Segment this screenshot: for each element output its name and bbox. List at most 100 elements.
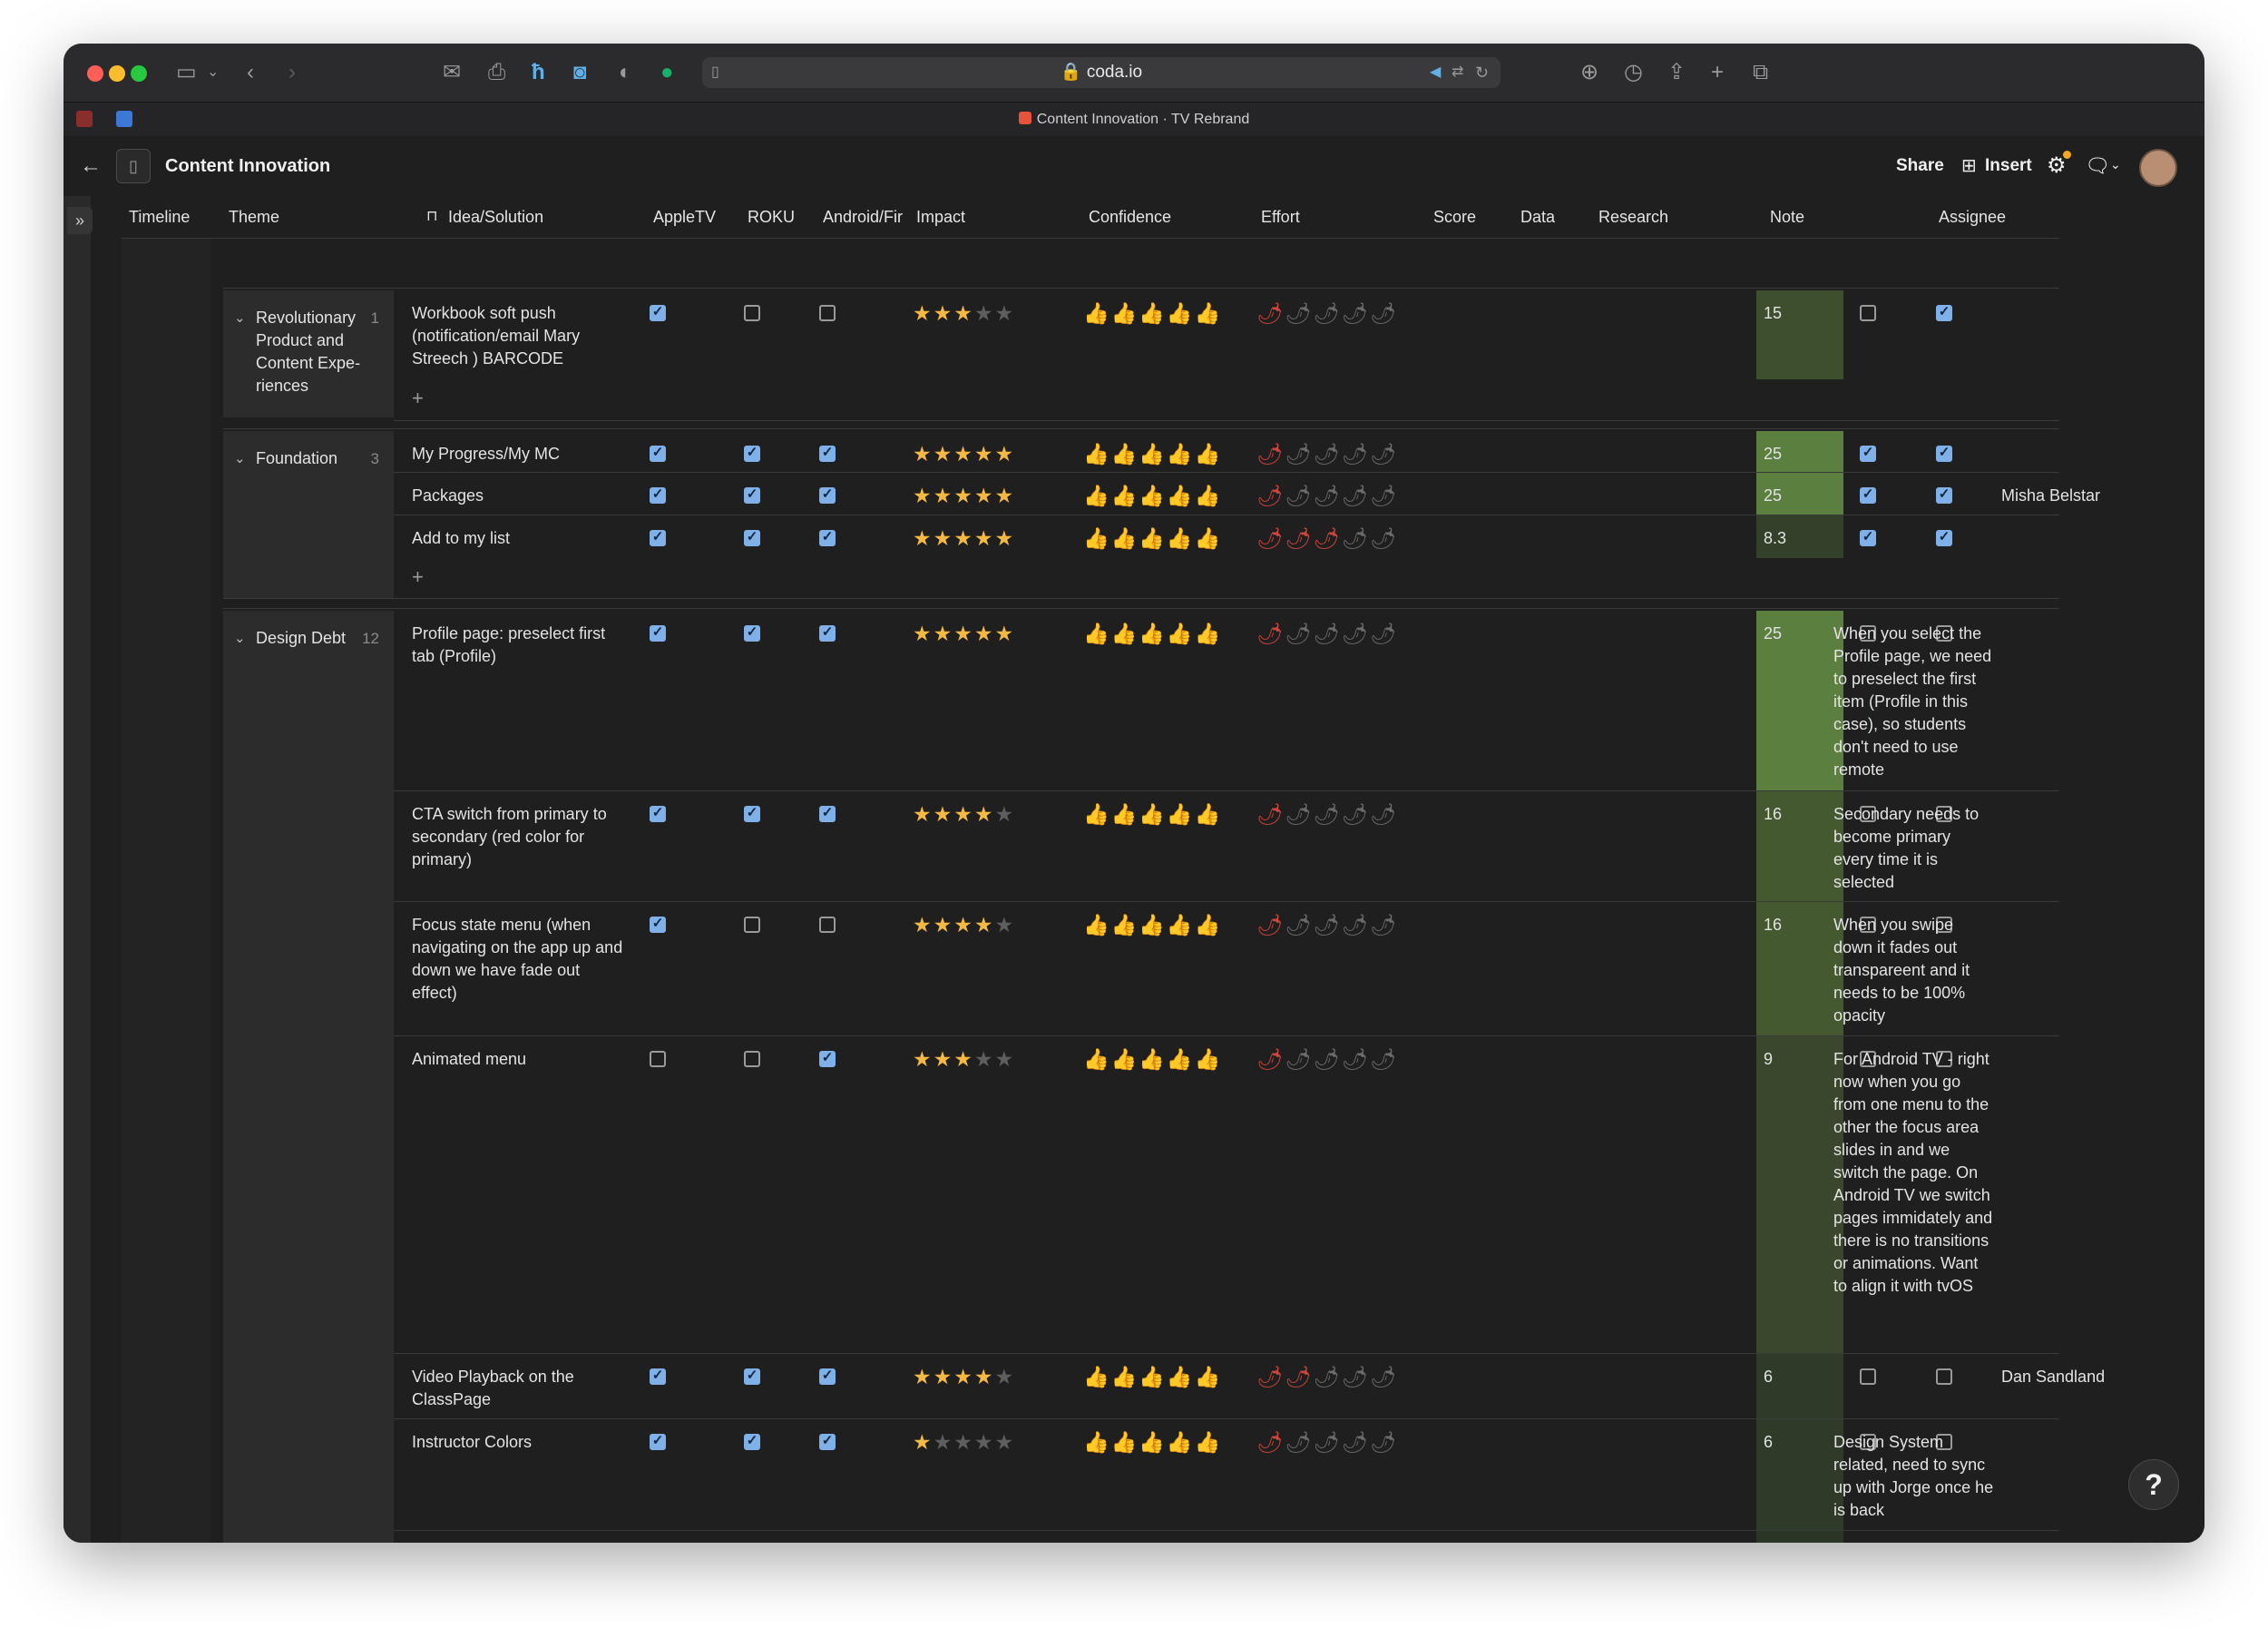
chevron-down-icon[interactable]: ⌄ [207,56,219,89]
star-rating[interactable]: ★★★★★ [913,801,1015,827]
idea-cell[interactable]: Instructor Colors [412,1431,626,1454]
minimize-window-button[interactable] [109,65,125,82]
close-window-button[interactable] [87,65,103,82]
score-cell[interactable]: 9 [1756,1036,1843,1354]
appletv-checkbox[interactable] [650,444,666,462]
add-row-button[interactable]: + [412,387,424,410]
data-checkbox[interactable] [1860,485,1876,504]
score-cell[interactable]: 4 [1756,1531,1843,1543]
android-checkbox[interactable] [819,444,836,462]
pepper-rating[interactable]: 🌶🌶🌶🌶🌶 [1256,801,1398,827]
star-rating[interactable]: ★★★★★ [913,621,1015,646]
thumbs-rating[interactable]: 👍👍👍👍👍 [1083,300,1222,326]
score-cell[interactable]: 6 [1756,1419,1843,1531]
idea-cell[interactable]: Animated menu [412,1048,626,1071]
roku-checkbox[interactable] [744,528,760,546]
idea-cell[interactable]: My Progress/My MC [412,443,626,466]
research-checkbox[interactable] [1936,528,1952,546]
pepper-rating[interactable]: 🌶🌶🌶🌶🌶 [1256,1364,1398,1389]
expand-sidebar-icon[interactable]: » [67,207,93,234]
share-button[interactable]: Share [1896,136,1944,196]
idea-cell[interactable]: CTA switch from primary to secondary (re… [412,803,626,871]
doc-page-icon[interactable]: ▯ [116,149,151,183]
history-icon[interactable]: ◷ [1624,56,1643,89]
extension-h-icon[interactable]: ħ [532,56,545,89]
roku-checkbox[interactable] [744,804,760,822]
pepper-rating[interactable]: 🌶🌶🌶🌶🌶 [1256,300,1398,326]
insert-grid-icon[interactable]: ⊞ [1961,136,1977,196]
chevron-down-icon[interactable]: ⌄ [234,627,246,650]
grammarly-icon[interactable]: ● [660,56,674,89]
appletv-checkbox[interactable] [650,915,666,933]
pepper-rating[interactable]: 🌶🌶🌶🌶🌶 [1256,912,1398,937]
star-rating[interactable]: ★★★★★ [913,525,1015,551]
android-checkbox[interactable] [819,623,836,642]
new-tab-icon[interactable]: + [1711,56,1724,89]
score-cell[interactable]: 8.3 [1756,515,1843,558]
thumbs-rating[interactable]: 👍👍👍👍👍 [1083,621,1222,646]
idea-cell[interactable]: Profile page: preselect first tab (Profi… [412,623,626,668]
user-avatar[interactable] [2139,149,2177,187]
pepper-rating[interactable]: 🌶🌶🌶🌶🌶 [1256,1046,1398,1072]
roku-checkbox[interactable] [744,485,760,504]
roku-checkbox[interactable] [744,444,760,462]
print-icon[interactable]: ⎙ [488,56,505,89]
android-checkbox[interactable] [819,1367,836,1385]
insert-button[interactable]: Insert [1985,136,2032,196]
score-cell[interactable]: 15 [1756,290,1843,379]
note-cell[interactable]: When you select the Profile page, we nee… [1833,623,1995,781]
back-icon[interactable]: ‹ [247,56,254,89]
sidebar-icon[interactable]: ▭ [176,56,197,89]
research-checkbox[interactable] [1936,1368,1952,1385]
thumbs-rating[interactable]: 👍👍👍👍👍 [1083,483,1222,508]
column-header-note[interactable]: Note [1770,196,1924,238]
audio-icon[interactable]: ◀ [1430,57,1441,88]
column-header-research[interactable]: Research [1598,196,1735,238]
thumbs-rating[interactable]: 👍👍👍👍👍 [1083,912,1222,937]
active-tab[interactable]: Content Innovation · TV Rebrand [64,103,2204,137]
score-cell[interactable]: 16 [1756,902,1843,1036]
assignee-cell[interactable]: Misha Belstar [2001,485,2119,507]
android-checkbox[interactable] [819,528,836,546]
roku-checkbox[interactable] [744,917,760,933]
reload-icon[interactable]: ↻ [1475,57,1489,88]
idea-cell[interactable]: Video Playback on the ClassPage [412,1366,626,1411]
column-header-roku[interactable]: ROKU [748,196,816,238]
column-header-theme[interactable]: Theme [229,196,392,238]
appletv-checkbox[interactable] [650,303,666,321]
thumbs-rating[interactable]: 👍👍👍👍👍 [1083,801,1222,827]
column-header-impact[interactable]: Impact [916,196,1080,238]
android-checkbox[interactable] [819,1432,836,1450]
roku-checkbox[interactable] [744,305,760,321]
thumbs-rating[interactable]: 👍👍👍👍👍 [1083,1364,1222,1389]
roku-checkbox[interactable] [744,1051,760,1067]
column-header-assignee[interactable]: Assignee [1939,196,2075,238]
idea-cell[interactable]: Packages [412,485,626,507]
star-rating[interactable]: ★★★★★ [913,1046,1015,1072]
camera-icon[interactable]: ◙ [573,56,587,89]
help-button[interactable]: ? [2128,1459,2179,1510]
research-checkbox[interactable] [1936,485,1952,504]
thumbs-rating[interactable]: 👍👍👍👍👍 [1083,1046,1222,1072]
thumbs-rating[interactable]: 👍👍👍👍👍 [1083,1541,1222,1543]
zoom-window-button[interactable] [131,65,147,82]
score-cell[interactable]: 25 [1756,611,1843,791]
score-cell[interactable]: 6 [1756,1354,1843,1419]
android-checkbox[interactable] [819,1049,836,1067]
appletv-checkbox[interactable] [650,485,666,504]
star-rating[interactable]: ★★★★★ [913,441,1015,466]
score-cell[interactable]: 25 [1756,431,1843,473]
android-checkbox[interactable] [819,305,836,321]
column-header-data[interactable]: Data [1520,196,1593,238]
star-rating[interactable]: ★★★★★ [913,912,1015,937]
forward-icon[interactable]: › [288,56,296,89]
pepper-rating[interactable]: 🌶🌶🌶🌶🌶 [1256,441,1398,466]
downloads-icon[interactable]: ⊕ [1580,56,1598,89]
pepper-rating[interactable]: 🌶🌶🌶🌶🌶 [1256,621,1398,646]
column-header-android[interactable]: Android/Fir [823,196,904,238]
mail-icon[interactable]: ✉ [443,56,461,89]
share-icon[interactable]: ⇪ [1667,56,1686,89]
shield-icon[interactable]: ◐ [619,56,632,89]
pepper-rating[interactable]: 🌶🌶🌶🌶🌶 [1256,1429,1398,1455]
group-label[interactable]: Design Debt [256,627,370,650]
